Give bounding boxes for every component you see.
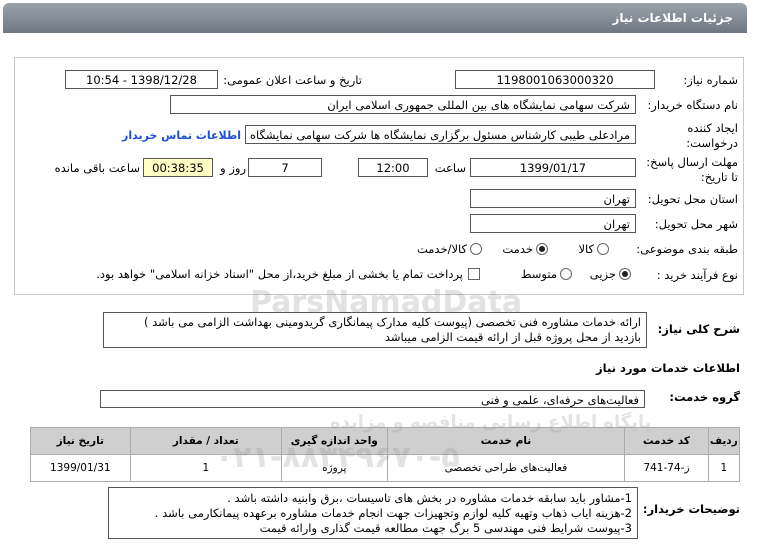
province-field: تهران <box>470 189 636 208</box>
treasury-payment-checkbox[interactable] <box>468 268 480 280</box>
days-field: 7 <box>248 158 322 177</box>
col-need-date: تاریخ نیاز <box>30 427 131 455</box>
table-row: 1 ز-74-741 فعالیت‌های طراحی تخصصی پروژه … <box>30 454 741 482</box>
remaining-label: ساعت باقی مانده <box>54 161 140 175</box>
category-option-goods-service: کالا/خدمت <box>416 242 467 256</box>
cell-service-code: ز-74-741 <box>624 454 709 482</box>
services-heading: اطلاعات خدمات مورد نیاز <box>596 361 740 375</box>
process-option-medium: متوسط <box>520 267 557 281</box>
creator-field: مرادعلی طیبی کارشناس مسئول برگزاری نمایش… <box>245 125 636 144</box>
province-label: استان محل تحویل: <box>647 192 738 206</box>
col-row-number: ردیف <box>707 427 741 455</box>
buyer-contact-link[interactable]: اطلاعات تماس خریدار <box>105 129 241 142</box>
summary-line-2: بازدید از محل پروژه قبل از ارائه قیمت ال… <box>384 330 641 344</box>
buyer-note-line-3: 3-پیوست شرایط فنی مهندسی 5 برگ جهت مطالع… <box>259 521 632 535</box>
services-table: ردیف کد خدمت نام خدمت واحد اندازه گیری ت… <box>30 427 741 482</box>
cell-quantity: 1 <box>129 454 282 482</box>
city-field: تهران <box>470 214 636 233</box>
deadline-time-field: 12:00 <box>358 158 428 177</box>
deadline-label-2: تا تاریخ: <box>700 170 738 184</box>
col-quantity: تعداد / مقدار <box>129 427 282 455</box>
treasury-payment-note: پرداخت تمام یا بخشی از مبلغ خرید،از محل … <box>96 267 463 281</box>
col-unit: واحد اندازه گیری <box>280 427 388 455</box>
page-title: جزئیات اطلاعات نیاز <box>612 11 733 25</box>
process-radio-medium[interactable] <box>560 268 572 280</box>
category-label: طبقه بندی موضوعی: <box>636 242 738 256</box>
creator-label-1: ایجاد کننده <box>687 121 738 135</box>
summary-box: ارائه خدمات مشاوره فنی تخصصی (پیوست کلیه… <box>103 312 647 348</box>
category-radio-goods-service[interactable] <box>470 243 482 255</box>
announce-label: تاریخ و ساعت اعلان عمومی: <box>223 73 362 87</box>
page-header: جزئیات اطلاعات نیاز <box>3 3 747 33</box>
cell-need-date: 1399/01/31 <box>30 454 131 482</box>
cell-unit: پروژه <box>280 454 388 482</box>
services-table-header: ردیف کد خدمت نام خدمت واحد اندازه گیری ت… <box>30 427 741 455</box>
remaining-time-field: 00:38:35 <box>143 158 213 177</box>
col-service-name: نام خدمت <box>386 427 626 455</box>
announce-field: 1398/12/28 - 10:54 <box>65 70 218 89</box>
creator-label-2: درخواست: <box>686 136 738 150</box>
need-number-field: 1198001063000320 <box>455 70 655 89</box>
process-radio-minor[interactable] <box>619 268 631 280</box>
deadline-label-1: مهلت ارسال پاسخ: <box>646 155 738 169</box>
buyer-notes-box: 1-مشاور باید سابقه خدمات مشاوره در بخش ه… <box>108 487 638 539</box>
col-service-code: کد خدمت <box>624 427 709 455</box>
buyer-note-line-1: 1-مشاور باید سابقه خدمات مشاوره در بخش ه… <box>227 491 632 505</box>
service-group-field: فعالیت‌های حرفه‌ای، علمی و فنی <box>100 390 645 408</box>
process-label: نوع فرآیند خرید : <box>656 268 738 282</box>
city-label: شهر محل تحویل: <box>654 217 738 231</box>
buyer-note-line-2: 2-هزینه ایاب ذهاب وتهیه کلیه لوازم وتجهی… <box>154 506 632 520</box>
summary-line-1: ارائه خدمات مشاوره فنی تخصصی (پیوست کلیه… <box>143 315 641 329</box>
category-radio-goods[interactable] <box>597 243 609 255</box>
cell-row-number: 1 <box>707 454 741 482</box>
deadline-time-label: ساعت <box>434 161 466 175</box>
days-label: روز و <box>220 161 246 175</box>
service-group-label: گروه خدمت: <box>669 390 740 404</box>
buyer-label: نام دستگاه خریدار: <box>647 98 738 112</box>
process-option-minor: جزیی <box>589 267 616 281</box>
category-option-goods: کالا <box>578 242 594 256</box>
category-option-service: خدمت <box>502 242 533 256</box>
buyer-field: شرکت سهامی نمایشگاه های بین المللی جمهور… <box>170 95 636 114</box>
buyer-notes-label: توضیحات خریدار: <box>642 502 740 516</box>
summary-label: شرح کلی نیاز: <box>657 322 740 336</box>
deadline-date-field: 1399/01/17 <box>470 158 636 177</box>
cell-service-name: فعالیت‌های طراحی تخصصی <box>386 454 626 482</box>
need-number-label: شماره نیاز: <box>683 73 738 87</box>
category-radio-service[interactable] <box>536 243 548 255</box>
